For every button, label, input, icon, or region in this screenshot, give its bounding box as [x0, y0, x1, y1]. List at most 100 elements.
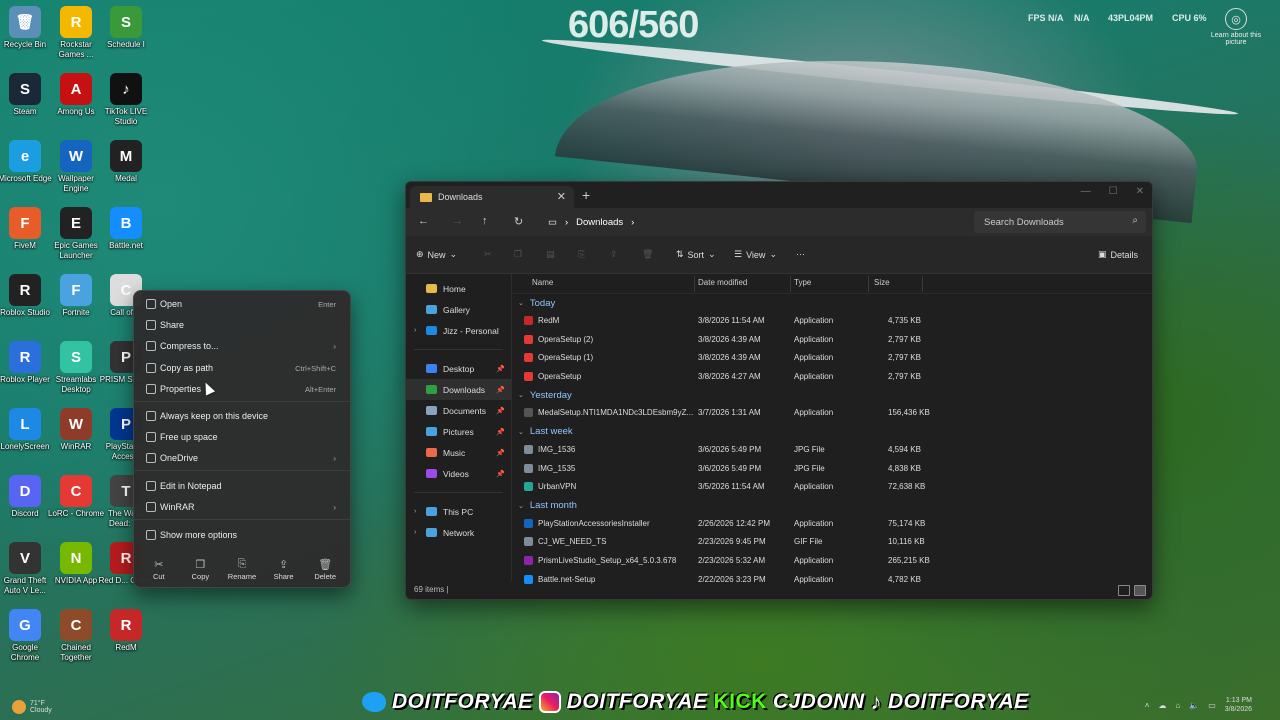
column-size[interactable]: Size	[874, 278, 890, 287]
nav-item-this-pc[interactable]: › This PC	[406, 501, 511, 522]
group-header[interactable]: ⌄ Yesterday	[512, 386, 1152, 404]
file-row[interactable]: RedM 3/8/2026 11:54 AM Application 4,735 KB	[512, 312, 1152, 331]
nav-item-desktop[interactable]: Desktop 📌	[406, 358, 511, 379]
nav-item-music[interactable]: Music 📌	[406, 442, 511, 463]
volume-icon[interactable]: 🔈	[1189, 701, 1199, 710]
column-divider[interactable]	[922, 276, 923, 292]
new-tab-button[interactable]: +	[582, 187, 590, 203]
forward-arrow-icon[interactable]: →	[452, 215, 463, 227]
desktop-icon[interactable]: N NVIDIA App	[48, 542, 104, 586]
menu-item-open[interactable]: Open Enter	[138, 294, 346, 314]
desktop-icon[interactable]: F FiveM	[0, 207, 53, 251]
column-divider[interactable]	[868, 276, 869, 292]
file-row[interactable]: PlayStationAccessoriesInstaller 2/26/2026…	[512, 515, 1152, 534]
expand-chevron-icon[interactable]: ›	[414, 529, 416, 536]
file-row[interactable]: OperaSetup 3/8/2026 4:27 AM Application 2,7…	[512, 368, 1152, 387]
desktop-icon[interactable]: R Rockstar Games ...	[48, 6, 104, 60]
desktop-icon[interactable]: S Streamlabs Desktop	[48, 341, 104, 395]
desktop-icon[interactable]: C Chained Together	[48, 609, 104, 663]
file-row[interactable]: OperaSetup (2) 3/8/2026 4:39 AM Applicatio…	[512, 331, 1152, 350]
menu-item-show-more-options[interactable]: Show more options	[138, 525, 346, 545]
nav-item-gallery[interactable]: Gallery	[406, 299, 511, 320]
column-name[interactable]: Name	[532, 278, 553, 287]
desktop-icon[interactable]: W WinRAR	[48, 408, 104, 452]
desktop-icon[interactable]: G Google Chrome	[0, 609, 53, 663]
desktop-icon[interactable]: C LoRC - Chrome	[48, 475, 104, 519]
quick-action-copy[interactable]: ❐ Copy	[180, 558, 220, 581]
onedrive-icon[interactable]: ☁	[1158, 701, 1166, 710]
column-date[interactable]: Date modified	[698, 278, 747, 287]
search-input[interactable]: Search Downloads ⌕	[974, 211, 1146, 233]
details-view-icon[interactable]	[1118, 585, 1130, 596]
column-divider[interactable]	[790, 276, 791, 292]
paste-icon[interactable]: ▤	[546, 249, 555, 260]
chevron-up-icon[interactable]: ˄	[1145, 701, 1150, 710]
menu-item-free-up-space[interactable]: Free up space	[138, 427, 346, 447]
nav-item-documents[interactable]: Documents 📌	[406, 400, 511, 421]
battery-icon[interactable]: ▭	[1208, 701, 1216, 710]
menu-item-copy-as-path[interactable]: Copy as path Ctrl+Shift+C	[138, 358, 346, 378]
address-bar[interactable]: ▭ › Downloads ›	[540, 211, 966, 233]
nav-item-network[interactable]: › Network	[406, 522, 511, 543]
view-button[interactable]: ☰ View ⌄	[734, 249, 777, 260]
desktop-icon[interactable]: e Microsoft Edge	[0, 140, 53, 184]
column-divider[interactable]	[694, 276, 695, 292]
learn-about-picture[interactable]: ◎ Learn about this picture	[1208, 8, 1264, 46]
close-tab-icon[interactable]: ✕	[557, 190, 566, 203]
details-button[interactable]: ▣ Details	[1098, 249, 1138, 260]
refresh-icon[interactable]: ↻	[514, 215, 523, 228]
menu-item-always-keep-on-this-device[interactable]: Always keep on this device	[138, 406, 346, 426]
maximize-icon[interactable]: ☐	[1109, 186, 1118, 197]
quick-action-delete[interactable]: 🗑 Delete	[305, 558, 345, 581]
copy-icon[interactable]: ❐	[514, 249, 522, 260]
desktop-icon[interactable]: R Roblox Player	[0, 341, 53, 385]
file-row[interactable]: UrbanVPN 3/5/2026 11:54 AM Application 72,6…	[512, 478, 1152, 497]
network-icon[interactable]: ⌂	[1175, 701, 1180, 710]
desktop-icon[interactable]: D Discord	[0, 475, 53, 519]
quick-action-rename[interactable]: ⎘ Rename	[222, 558, 262, 581]
expand-chevron-icon[interactable]: ›	[414, 327, 416, 334]
desktop-icon[interactable]: A Among Us	[48, 73, 104, 117]
desktop-icon[interactable]: R RedM	[98, 609, 154, 653]
tab-downloads[interactable]: Downloads ✕	[410, 186, 574, 208]
file-row[interactable]: IMG_1536 3/6/2026 5:49 PM JPG File 4,594 KB	[512, 441, 1152, 460]
group-header[interactable]: ⌄ Last month	[512, 497, 1152, 515]
expand-chevron-icon[interactable]: ›	[414, 508, 416, 515]
group-header[interactable]: ⌄ Last week	[512, 423, 1152, 441]
more-options-button[interactable]: ···	[796, 249, 805, 259]
menu-item-properties[interactable]: Properties Alt+Enter	[138, 379, 346, 399]
tiles-view-icon[interactable]	[1134, 585, 1146, 596]
nav-item-downloads[interactable]: Downloads 📌	[406, 379, 511, 400]
menu-item-compress-to[interactable]: Compress to... ›	[138, 336, 346, 356]
desktop-icon[interactable]: ♪ TikTok LIVE Studio	[98, 73, 154, 127]
desktop-icon[interactable]: M Medal	[98, 140, 154, 184]
new-button[interactable]: ⊕ New ⌄	[416, 249, 457, 260]
minimize-icon[interactable]: —	[1081, 186, 1091, 197]
delete-icon[interactable]: 🗑	[642, 249, 653, 260]
up-arrow-icon[interactable]: ↑	[482, 215, 488, 227]
file-row[interactable]: PrismLiveStudio_Setup_x64_5.0.3.678 2/23/…	[512, 552, 1152, 571]
quick-action-cut[interactable]: ✂ Cut	[139, 558, 179, 581]
desktop-icon[interactable]: S Steam	[0, 73, 53, 117]
menu-item-edit-in-notepad[interactable]: Edit in Notepad	[138, 476, 346, 496]
file-row[interactable]: IMG_1535 3/6/2026 5:49 PM JPG File 4,838 KB	[512, 460, 1152, 479]
breadcrumb-downloads[interactable]: Downloads	[576, 217, 623, 228]
desktop-icon[interactable]: L LonelyScreen	[0, 408, 53, 452]
nav-item-home[interactable]: Home	[406, 278, 511, 299]
nav-item-jizz-personal[interactable]: › Jizz - Personal	[406, 320, 511, 341]
nav-item-pictures[interactable]: Pictures 📌	[406, 421, 511, 442]
desktop-icon[interactable]: R Roblox Studio	[0, 274, 53, 318]
desktop-icon[interactable]: W Wallpaper Engine	[48, 140, 104, 194]
menu-item-share[interactable]: Share	[138, 315, 346, 335]
rename-icon[interactable]: ⎘	[578, 249, 585, 260]
quick-action-share[interactable]: ⇪ Share	[264, 558, 304, 581]
column-type[interactable]: Type	[794, 278, 811, 287]
back-arrow-icon[interactable]: ←	[418, 215, 429, 227]
desktop-icon[interactable]: 🗑 Recycle Bin	[0, 6, 53, 50]
nav-item-videos[interactable]: Videos 📌	[406, 463, 511, 484]
desktop-icon[interactable]: E Epic Games Launcher	[48, 207, 104, 261]
file-row[interactable]: MedalSetup.NTI1MDA1NDc3LDEsbm9yZ... 3/7/2…	[512, 404, 1152, 423]
sort-button[interactable]: ⇅ Sort ⌄	[676, 249, 716, 260]
group-header[interactable]: ⌄ Today	[512, 294, 1152, 312]
clock[interactable]: 1:13 PM 3/8/2026	[1225, 696, 1252, 714]
